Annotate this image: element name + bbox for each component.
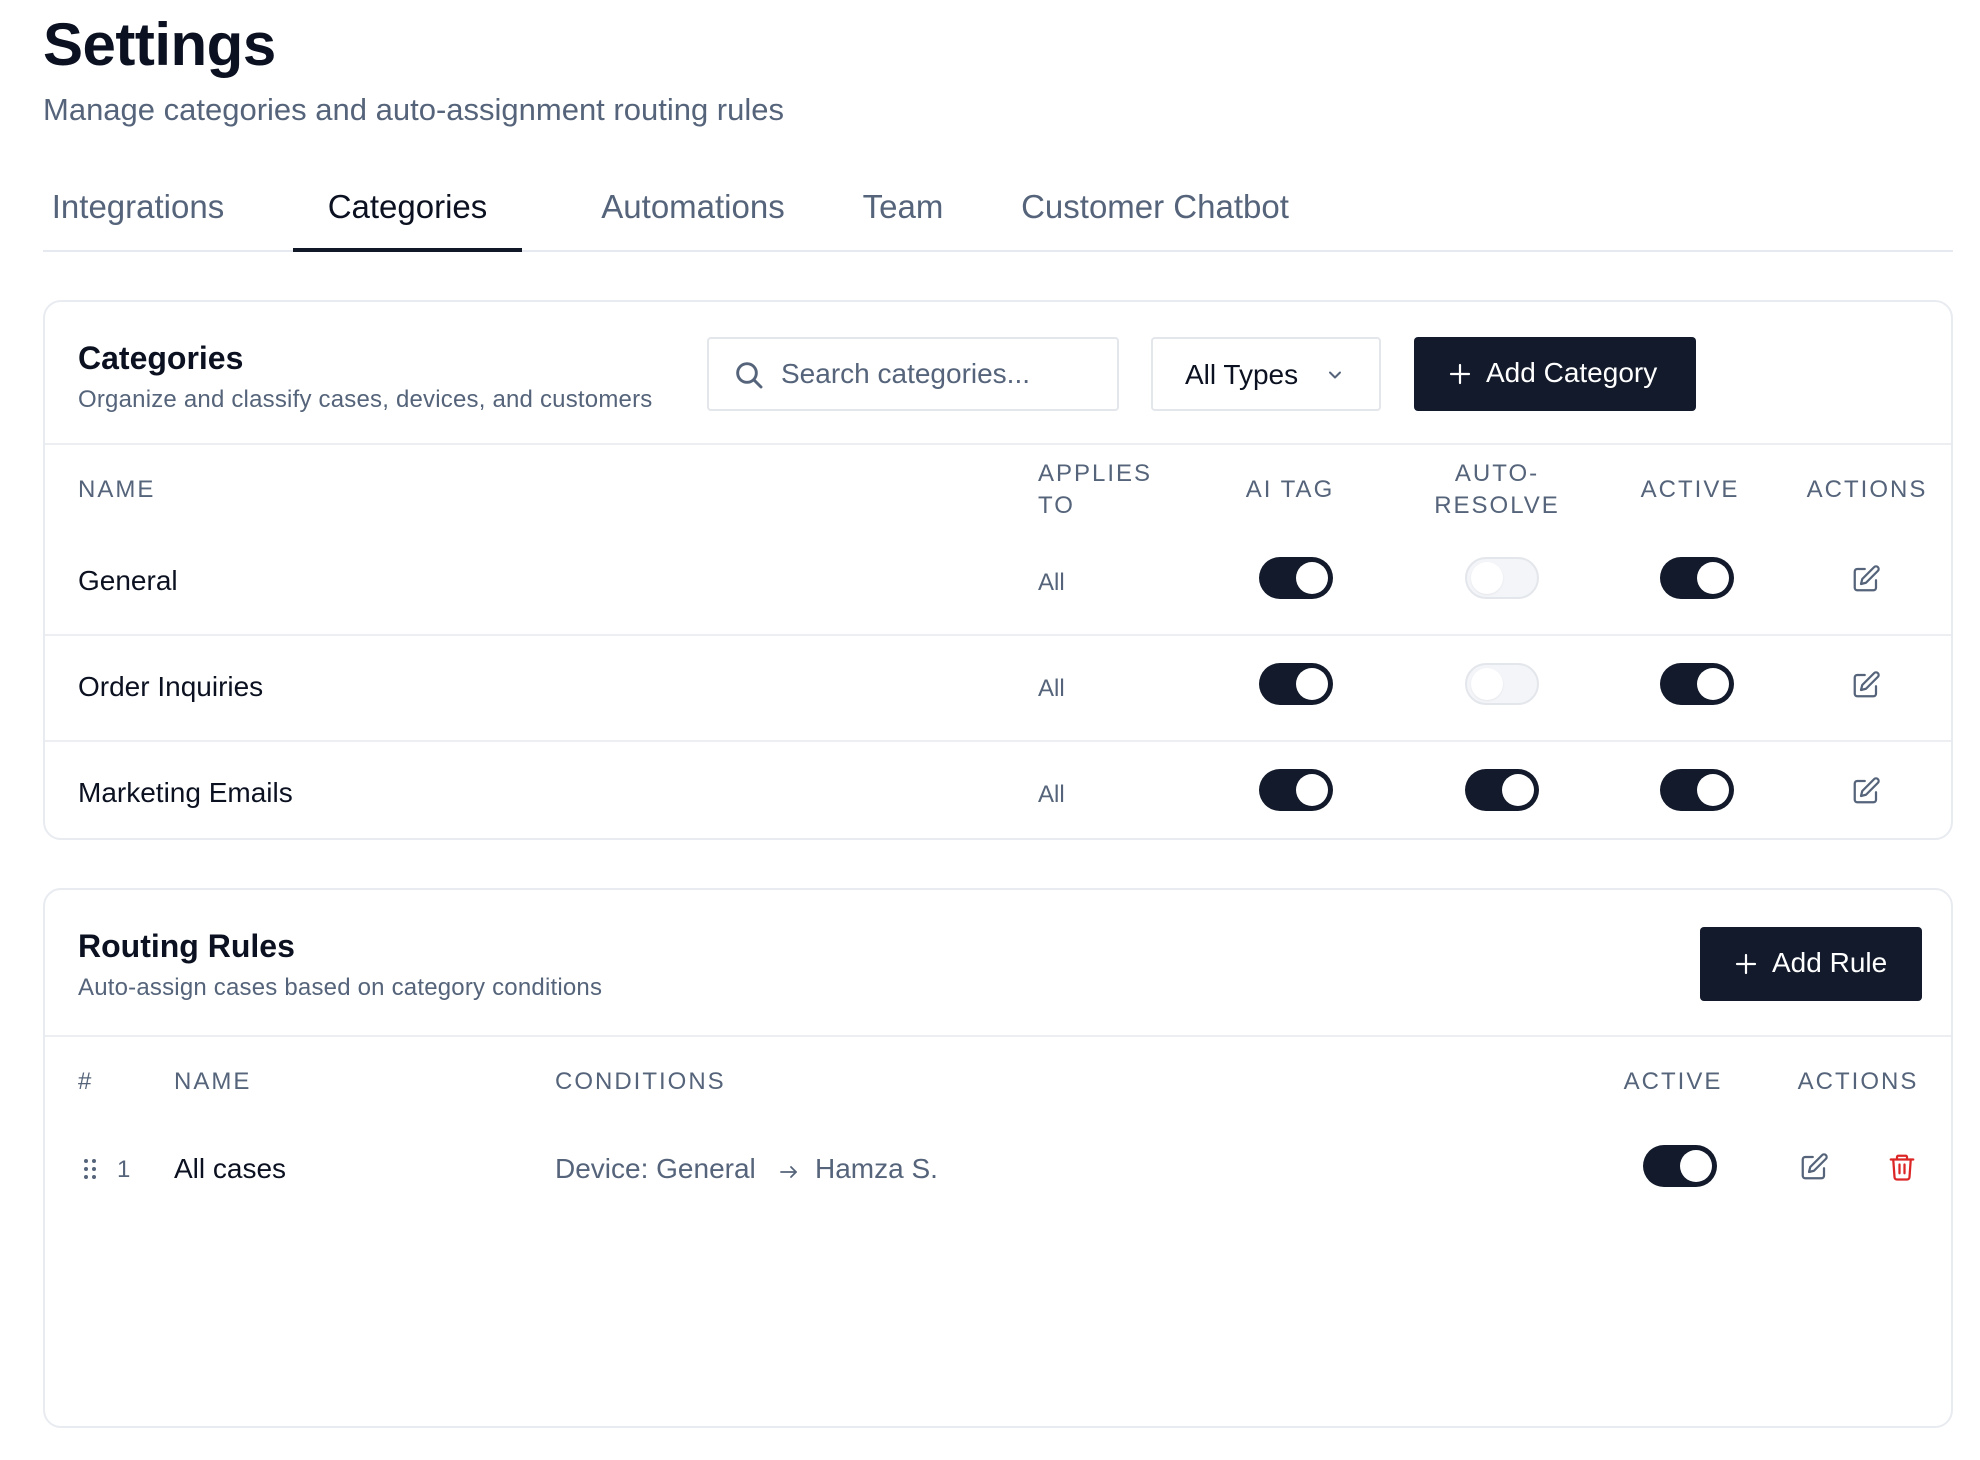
category-applies-to: All [1038,675,1065,702]
col-header-ai-tag: AI TAG [1245,476,1335,503]
routing-rules-subtitle: Auto-assign cases based on category cond… [78,974,603,1001]
auto-resolve-toggle[interactable] [1465,557,1539,599]
tab-team[interactable]: Team [858,160,948,252]
edit-icon[interactable] [1799,1152,1829,1182]
edit-icon[interactable] [1851,564,1881,594]
category-name: Order Inquiries [78,671,264,702]
type-filter-value: All Types [1185,359,1299,390]
add-rule-button[interactable]: Add Rule [1700,927,1922,1001]
settings-tabs: Integrations Categories Automations Team… [43,160,1953,252]
col-header-auto-resolve: AUTO-RESOLVE [1434,460,1560,519]
ai-tag-toggle[interactable] [1259,663,1333,705]
row-divider [45,740,1951,742]
categories-subtitle: Organize and classify cases, devices, an… [78,386,653,413]
col-header-actions: ACTIONS [1806,476,1928,503]
category-applies-to: All [1038,569,1065,596]
plus-icon [1735,953,1757,975]
col-header-name: NAME [78,476,156,503]
rule-index: 1 [117,1156,131,1183]
tab-categories[interactable]: Categories [293,160,522,252]
divider [45,443,1951,445]
categories-title: Categories [78,340,244,376]
edit-icon[interactable] [1851,776,1881,806]
auto-resolve-toggle[interactable] [1465,663,1539,705]
category-applies-to: All [1038,781,1065,808]
add-category-button[interactable]: Add Category [1414,337,1696,411]
type-filter-select[interactable]: All Types [1151,337,1381,411]
row-divider [45,634,1951,636]
search-input[interactable] [781,341,1101,407]
col-header-active: ACTIVE [1640,476,1740,503]
plus-icon [1449,363,1471,385]
page-subtitle: Manage categories and auto-assignment ro… [43,92,785,127]
routing-rules-card: Routing Rules Auto-assign cases based on… [43,888,1953,1428]
col-header-index: # [78,1068,94,1095]
search-icon [736,362,763,389]
tab-integrations[interactable]: Integrations [43,160,233,252]
search-box [707,337,1119,411]
divider [45,1035,1951,1037]
col-header-conditions: CONDITIONS [555,1068,726,1095]
drag-handle-icon[interactable] [83,1158,97,1180]
col-header-active: ACTIVE [1623,1068,1723,1095]
active-toggle[interactable] [1660,557,1734,599]
tab-automations[interactable]: Automations [595,160,791,252]
rule-name: All cases [174,1153,287,1184]
auto-resolve-toggle[interactable] [1465,769,1539,811]
rule-active-toggle[interactable] [1643,1145,1717,1187]
active-toggle[interactable] [1660,663,1734,705]
categories-card: Categories Organize and classify cases, … [43,300,1953,840]
arrow-right-icon [780,1166,797,1178]
tab-customer-chatbot[interactable]: Customer Chatbot [1015,160,1295,252]
add-rule-label: Add Rule [1772,947,1888,978]
col-header-applies-to: APPLIES TO [1038,460,1153,519]
rule-assignee: Hamza S. [815,1153,938,1184]
ai-tag-toggle[interactable] [1259,557,1333,599]
ai-tag-toggle[interactable] [1259,769,1333,811]
category-name: Marketing Emails [78,777,293,808]
page-title: Settings [43,11,276,78]
active-toggle[interactable] [1660,769,1734,811]
edit-icon[interactable] [1851,670,1881,700]
rule-condition: Device: General [555,1153,756,1184]
trash-icon[interactable] [1887,1152,1917,1182]
col-header-name: NAME [174,1068,252,1095]
col-header-actions: ACTIONS [1797,1068,1919,1095]
category-name: General [78,565,178,596]
routing-rules-title: Routing Rules [78,928,295,964]
add-category-label: Add Category [1486,357,1658,388]
chevron-down-icon [1329,371,1341,379]
